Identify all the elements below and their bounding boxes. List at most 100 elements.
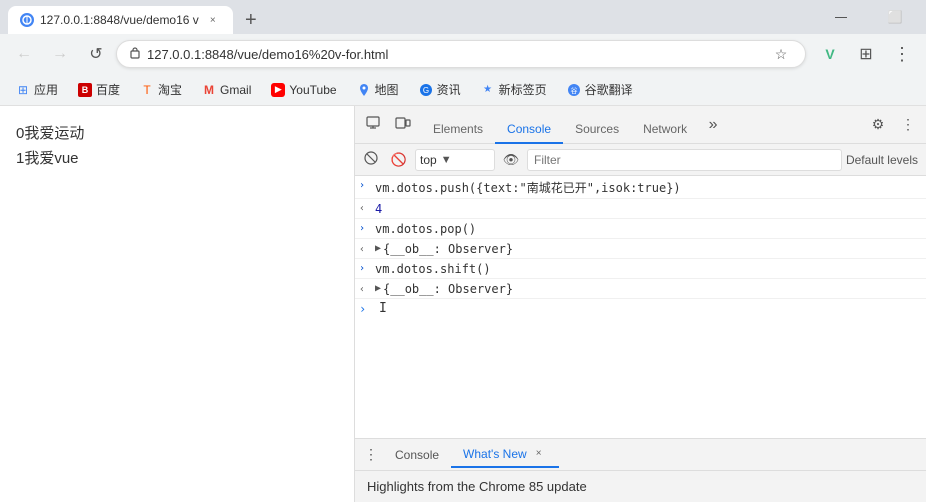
tab-favicon: [20, 13, 34, 27]
bookmark-maps-label: 地图: [375, 81, 399, 98]
bookmark-apps-label: 应用: [34, 81, 58, 98]
bottom-more-icon: ⋮: [364, 446, 378, 463]
more-tabs-button[interactable]: »: [699, 111, 727, 139]
tab-elements[interactable]: Elements: [421, 116, 495, 144]
newtab-favicon: ★: [481, 83, 495, 97]
more-vert-icon: ⋮: [901, 116, 915, 133]
bookmark-news-label: 资讯: [437, 81, 461, 98]
console-clear-button[interactable]: [359, 148, 383, 172]
console-cursor-line[interactable]: › I: [355, 299, 926, 318]
bottom-tab-whatsnew-close[interactable]: ×: [531, 446, 547, 462]
expand-triangle-3[interactable]: ▶: [375, 243, 381, 254]
bookmark-youtube[interactable]: ▶ YouTube: [263, 80, 344, 100]
bottom-tab-console[interactable]: Console: [383, 444, 451, 466]
cursor-arrow: ›: [359, 302, 375, 316]
devtools-toolbar: Elements Console Sources Network » ⚙: [355, 106, 926, 144]
bottom-tab-whatsnew[interactable]: What's New ×: [451, 442, 559, 468]
bookmark-news[interactable]: G 资讯: [411, 78, 469, 101]
youtube-favicon: ▶: [271, 83, 285, 97]
bookmark-taobao-label: 淘宝: [158, 81, 182, 98]
baidu-favicon: B: [78, 83, 92, 97]
list-item-0: 0我爱运动: [16, 122, 338, 143]
new-tab-button[interactable]: +: [237, 6, 265, 34]
bookmark-newtab-label: 新标签页: [499, 81, 547, 98]
default-levels-label: Default levels: [846, 153, 922, 167]
console-output[interactable]: › vm.dotos.push({text:"南城花已开",isok:true}…: [355, 176, 926, 438]
minimize-button[interactable]: [818, 3, 864, 31]
entry-input-arrow-2: ›: [359, 221, 375, 234]
reload-icon: ↺: [89, 44, 102, 64]
bookmark-apps[interactable]: ⊞ 应用: [8, 78, 66, 101]
tab-label: 127.0.0.1:8848/vue/demo16 v: [40, 13, 199, 27]
dropdown-arrow-icon: ▼: [441, 154, 452, 166]
news-favicon: G: [419, 83, 433, 97]
svg-text:谷: 谷: [570, 86, 577, 95]
entry-text-3: {__ob__: Observer}: [383, 241, 922, 256]
console-toolbar: 🚫 top ▼ 👁 Default levels: [355, 144, 926, 176]
browser-frame: 127.0.0.1:8848/vue/demo16 v × + ⬜ ← → ↺ …: [0, 0, 926, 502]
filter-input[interactable]: [527, 149, 842, 171]
back-button[interactable]: ←: [8, 38, 40, 70]
forward-icon: →: [52, 45, 68, 63]
entry-result-1: 4: [375, 201, 922, 216]
entry-text-2: vm.dotos.pop(): [375, 221, 922, 236]
title-bar: 127.0.0.1:8848/vue/demo16 v × + ⬜: [0, 0, 926, 34]
devtools-settings-button[interactable]: ⚙: [864, 111, 892, 139]
item-0-text: 我爱运动: [24, 125, 84, 142]
tab-console[interactable]: Console: [495, 116, 563, 144]
bookmark-gmail[interactable]: M Gmail: [194, 80, 259, 100]
settings-icon: ⚙: [872, 116, 885, 133]
bookmark-translate[interactable]: 谷 谷歌翻译: [559, 78, 641, 101]
address-bar[interactable]: 127.0.0.1:8848/vue/demo16%20v-for.html ☆: [116, 40, 806, 68]
tab-sources[interactable]: Sources: [563, 116, 631, 144]
lock-icon: [129, 46, 141, 62]
svg-text:G: G: [422, 86, 428, 95]
console-entry-1: ‹ 4: [355, 199, 926, 219]
bottom-more-button[interactable]: ⋮: [359, 443, 383, 467]
devtools-bottom: ⋮ Console What's New × Highlights from t…: [355, 438, 926, 502]
extensions-icon[interactable]: ⊞: [850, 38, 882, 70]
entry-text-0: vm.dotos.push({text:"南城花已开",isok:true}): [375, 178, 922, 196]
toolbar-icons: V ⊞ ⋮: [814, 38, 918, 70]
cursor-position: I: [379, 301, 387, 316]
devtools-panel: Elements Console Sources Network » ⚙: [354, 106, 926, 502]
eye-icon: 👁: [503, 152, 520, 168]
clear-console-icon: [363, 150, 379, 169]
inspect-icon: [365, 115, 381, 134]
inspect-element-button[interactable]: [359, 111, 387, 139]
url-text: 127.0.0.1:8848/vue/demo16%20v-for.html: [147, 47, 769, 62]
active-tab[interactable]: 127.0.0.1:8848/vue/demo16 v ×: [8, 6, 233, 34]
console-block-button[interactable]: 🚫: [387, 148, 411, 172]
nav-bar: ← → ↺ 127.0.0.1:8848/vue/demo16%20v-for.…: [0, 34, 926, 74]
bookmark-taobao[interactable]: T 淘宝: [132, 78, 190, 101]
devtools-more-button[interactable]: ⋮: [894, 111, 922, 139]
reload-button[interactable]: ↺: [80, 38, 112, 70]
devtools-tabs: Elements Console Sources Network »: [419, 106, 729, 144]
console-entry-3: ‹ ▶ {__ob__: Observer}: [355, 239, 926, 259]
console-entry-0: › vm.dotos.push({text:"南城花已开",isok:true}…: [355, 176, 926, 199]
forward-button[interactable]: →: [44, 38, 76, 70]
expand-triangle-5[interactable]: ▶: [375, 283, 381, 294]
vue-extension-icon[interactable]: V: [814, 38, 846, 70]
gmail-favicon: M: [202, 83, 216, 97]
device-toolbar-button[interactable]: [389, 111, 417, 139]
tab-network[interactable]: Network: [631, 116, 699, 144]
bottom-tab-whatsnew-label: What's New: [463, 447, 527, 461]
bookmark-star-icon[interactable]: ☆: [769, 42, 793, 66]
more-menu-icon[interactable]: ⋮: [886, 38, 918, 70]
bookmark-maps[interactable]: 地图: [349, 78, 407, 101]
bookmark-youtube-label: YouTube: [289, 83, 336, 97]
bookmark-gmail-label: Gmail: [220, 83, 251, 97]
bookmark-baidu[interactable]: B 百度: [70, 78, 128, 101]
maximize-button[interactable]: ⬜: [872, 3, 918, 31]
bookmark-newtab[interactable]: ★ 新标签页: [473, 78, 555, 101]
bottom-tab-console-label: Console: [395, 448, 439, 462]
tab-area: 127.0.0.1:8848/vue/demo16 v × +: [8, 0, 265, 34]
main-area: 0我爱运动 1我爱vue: [0, 106, 926, 502]
entry-result-arrow-1: ‹: [359, 201, 375, 214]
entry-text-5: {__ob__: Observer}: [383, 281, 922, 296]
tab-close-button[interactable]: ×: [205, 12, 221, 28]
live-expression-button[interactable]: 👁: [499, 148, 523, 172]
bookmarks-bar: ⊞ 应用 B 百度 T 淘宝 M Gmail ▶ YouTube 地图 G: [0, 74, 926, 106]
context-selector[interactable]: top ▼: [415, 149, 495, 171]
